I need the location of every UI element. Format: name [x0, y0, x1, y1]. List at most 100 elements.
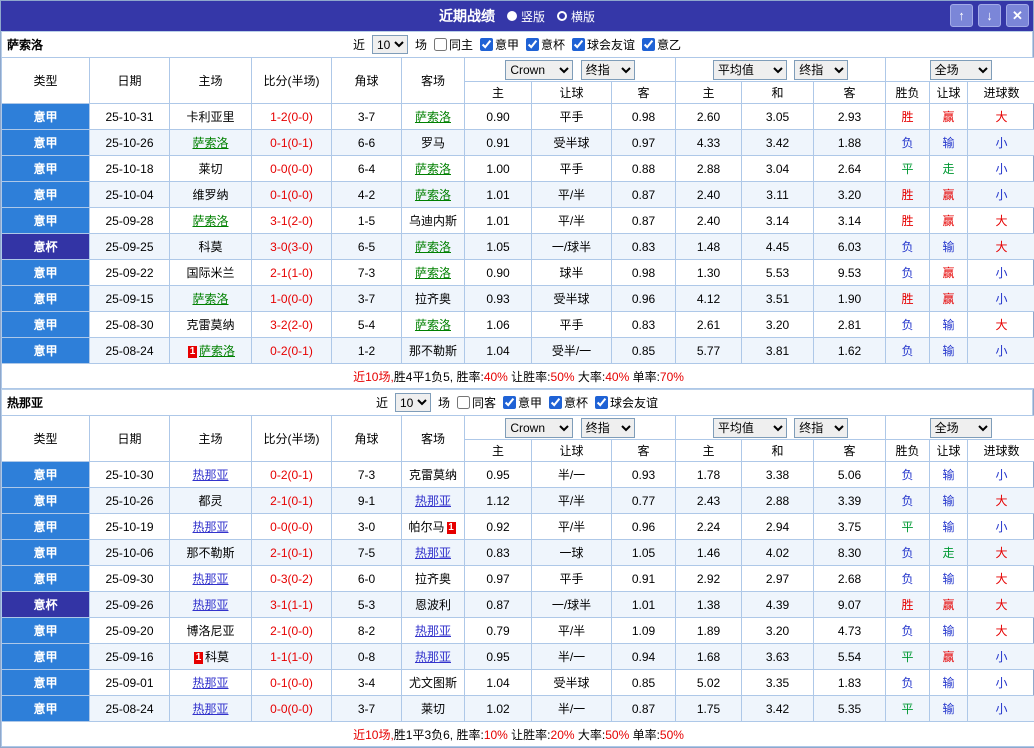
filter-checkbox-option[interactable]: 意杯	[526, 36, 565, 53]
home-team[interactable]: 热那亚	[170, 514, 252, 540]
filter-checkbox-option[interactable]: 同主	[434, 36, 473, 53]
home-team[interactable]: 萨索洛	[170, 286, 252, 312]
team-name-text: 萨索洛	[192, 292, 228, 306]
home-odds: 0.91	[465, 130, 532, 156]
away-odds: 0.98	[612, 104, 676, 130]
home-team[interactable]: 热那亚	[170, 696, 252, 722]
team-name-text: 萨索洛	[192, 214, 228, 228]
away-team[interactable]: 热那亚	[402, 540, 465, 566]
team-name-text: 萨索洛	[192, 136, 228, 150]
avg-home-odds: 4.33	[676, 130, 742, 156]
league-badge: 意甲	[2, 670, 90, 696]
final-average-select[interactable]: 终指	[794, 60, 848, 80]
move-down-button[interactable]: ↓	[978, 4, 1001, 27]
avg-draw-odds: 3.81	[742, 338, 814, 364]
avg-away-odds: 1.88	[814, 130, 886, 156]
filter-checkbox-option[interactable]: 球会友谊	[572, 36, 635, 53]
filter-checkbox[interactable]	[434, 38, 447, 51]
home-team[interactable]: 热那亚	[170, 592, 252, 618]
filter-checkbox[interactable]	[480, 38, 493, 51]
away-team[interactable]: 热那亚	[402, 488, 465, 514]
sub-col-header: 进球数	[968, 440, 1034, 462]
avg-draw-odds: 3.35	[742, 670, 814, 696]
filter-checkbox[interactable]	[549, 396, 562, 409]
average-select[interactable]: 平均值	[713, 418, 787, 438]
team-name-text: 萨索洛	[415, 240, 451, 254]
close-button[interactable]: ✕	[1006, 4, 1029, 27]
odds-source-select[interactable]: Crown	[505, 60, 573, 80]
final-odds-select[interactable]: 终指	[581, 418, 635, 438]
away-team: 乌迪内斯	[402, 208, 465, 234]
away-team[interactable]: 萨索洛	[402, 260, 465, 286]
average-select[interactable]: 平均值	[713, 60, 787, 80]
filter-checkbox-option[interactable]: 球会友谊	[595, 394, 658, 411]
home-team[interactable]: 热那亚	[170, 670, 252, 696]
layout-radio-horizontal[interactable]: 横版	[557, 8, 595, 25]
recent-count-select[interactable]: 10	[395, 393, 431, 412]
away-team[interactable]: 热那亚	[402, 644, 465, 670]
home-team[interactable]: 萨索洛	[170, 130, 252, 156]
league-badge: 意甲	[2, 286, 90, 312]
team-heading: 热那亚	[7, 394, 43, 411]
match-score: 0-0(0-0)	[252, 514, 332, 540]
goals-result: 小	[968, 644, 1034, 670]
corner-score: 7-5	[332, 540, 402, 566]
recent-count-select[interactable]: 10	[372, 35, 408, 54]
away-team: 拉齐奥	[402, 566, 465, 592]
filter-checkbox-option[interactable]: 意杯	[549, 394, 588, 411]
home-odds: 0.90	[465, 260, 532, 286]
scope-header-cell: 全场	[886, 416, 1034, 440]
away-team[interactable]: 萨索洛	[402, 156, 465, 182]
away-team[interactable]: 萨索洛	[402, 312, 465, 338]
filter-checkbox-option[interactable]: 意甲	[480, 36, 519, 53]
filter-checkbox-option[interactable]: 意甲	[503, 394, 542, 411]
filter-checkbox[interactable]	[572, 38, 585, 51]
away-team[interactable]: 萨索洛	[402, 104, 465, 130]
home-team[interactable]: 热那亚	[170, 462, 252, 488]
league-badge: 意甲	[2, 566, 90, 592]
handicap-line: 受半球	[532, 670, 612, 696]
filter-checkbox-option[interactable]: 意乙	[642, 36, 681, 53]
filter-checkbox[interactable]	[526, 38, 539, 51]
sub-col-header: 主	[465, 440, 532, 462]
corner-score: 3-0	[332, 514, 402, 540]
avg-home-odds: 5.02	[676, 670, 742, 696]
recent-results-panel: 近期战绩 竖版 横版 ↑ ↓ ✕ 萨索洛 近10场同主意甲意杯球会友谊意乙	[0, 0, 1034, 748]
move-up-button[interactable]: ↑	[950, 4, 973, 27]
match-result: 胜	[886, 286, 930, 312]
match-result: 负	[886, 566, 930, 592]
final-odds-select[interactable]: 终指	[581, 60, 635, 80]
home-odds: 1.06	[465, 312, 532, 338]
filter-checkbox[interactable]	[457, 396, 470, 409]
filter-checkbox[interactable]	[595, 396, 608, 409]
scope-select[interactable]: 全场	[930, 60, 992, 80]
handicap-result: 输	[930, 514, 968, 540]
home-team[interactable]: 1萨索洛	[170, 338, 252, 364]
away-team[interactable]: 热那亚	[402, 618, 465, 644]
home-team[interactable]: 热那亚	[170, 566, 252, 592]
final-average-select[interactable]: 终指	[794, 418, 848, 438]
league-badge: 意甲	[2, 104, 90, 130]
summary-segment: 近10场,	[353, 370, 394, 384]
away-team[interactable]: 萨索洛	[402, 234, 465, 260]
home-team[interactable]: 萨索洛	[170, 208, 252, 234]
home-odds: 0.95	[465, 644, 532, 670]
col-header-score: 比分(半场)	[252, 416, 332, 462]
filter-checkbox-option[interactable]: 同客	[457, 394, 496, 411]
handicap-result: 输	[930, 566, 968, 592]
match-row: 意甲25-10-04维罗纳0-1(0-0)4-2萨索洛1.01平/半0.872.…	[2, 182, 1034, 208]
sub-col-header: 主	[676, 440, 742, 462]
filter-checkbox[interactable]	[642, 38, 655, 51]
league-badge: 意甲	[2, 488, 90, 514]
away-team: 恩波利	[402, 592, 465, 618]
layout-radio-vertical[interactable]: 竖版	[507, 8, 545, 25]
away-team[interactable]: 萨索洛	[402, 182, 465, 208]
handicap-line: 平手	[532, 312, 612, 338]
filter-checkbox-label: 同主	[449, 36, 473, 53]
handicap-result: 输	[930, 696, 968, 722]
scope-select[interactable]: 全场	[930, 418, 992, 438]
avg-home-odds: 2.60	[676, 104, 742, 130]
filter-checkbox[interactable]	[503, 396, 516, 409]
odds-source-select[interactable]: Crown	[505, 418, 573, 438]
sub-col-header: 胜负	[886, 440, 930, 462]
